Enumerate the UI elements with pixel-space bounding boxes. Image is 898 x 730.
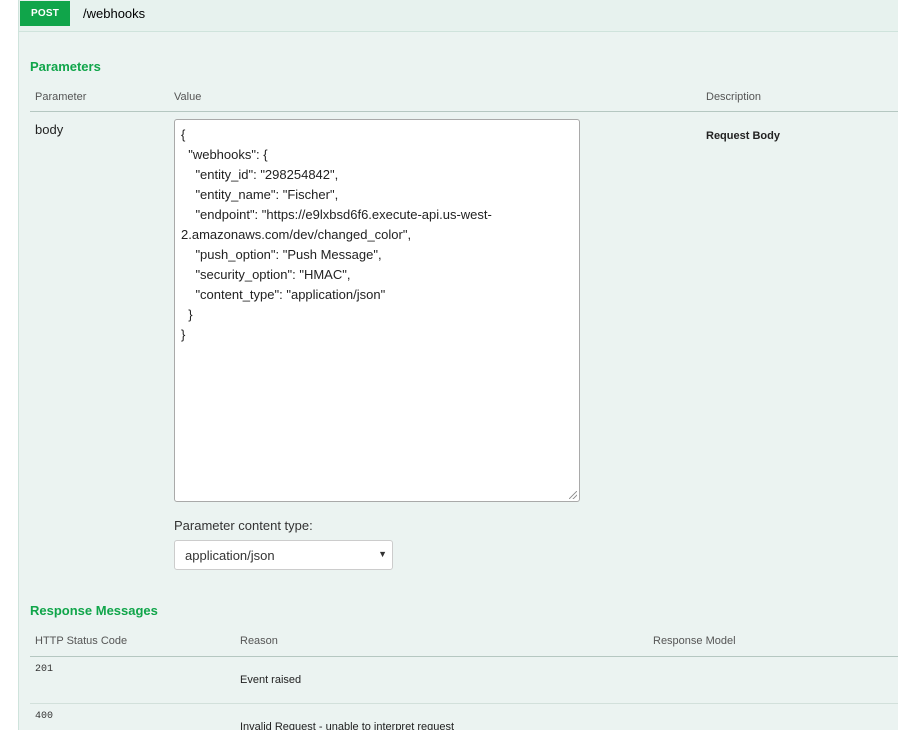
status-code: 400 (35, 711, 54, 722)
operation-header[interactable]: POST /webhooks (19, 0, 898, 32)
response-reason: Invalid Request - unable to interpret re… (240, 721, 455, 730)
operation-panel: POST /webhooks Parameters Parameter Valu… (18, 0, 898, 730)
responses-header-divider (30, 656, 898, 657)
response-model-column-header: Response Model (653, 635, 736, 647)
response-messages-title: Response Messages (30, 603, 158, 618)
parameter-name: body (35, 122, 64, 137)
endpoint-path[interactable]: /webhooks (83, 6, 145, 21)
dropdown-arrow-icon: ▼ (378, 549, 387, 559)
row-divider (30, 703, 898, 704)
status-code-column-header: HTTP Status Code (35, 635, 128, 647)
resize-handle-icon[interactable] (569, 491, 577, 499)
parameters-title: Parameters (30, 59, 101, 74)
value-column-header: Value (174, 91, 202, 103)
status-code: 201 (35, 664, 54, 675)
description-column-header: Description (706, 91, 762, 103)
reason-column-header: Reason (240, 635, 278, 647)
content-type-label: Parameter content type: (174, 518, 313, 533)
http-method-badge[interactable]: POST (20, 1, 70, 26)
parameters-header-divider (30, 111, 898, 112)
request-body-textarea[interactable]: { "webhooks": { "entity_id": "298254842"… (174, 119, 580, 502)
content-type-select[interactable]: application/json ▼ (174, 540, 393, 570)
content-type-selected-value: application/json (185, 548, 275, 563)
response-reason: Event raised (240, 674, 302, 686)
request-body-text[interactable]: { "webhooks": { "entity_id": "298254842"… (181, 125, 492, 345)
parameter-description: Request Body (706, 130, 780, 142)
parameter-column-header: Parameter (35, 91, 87, 103)
